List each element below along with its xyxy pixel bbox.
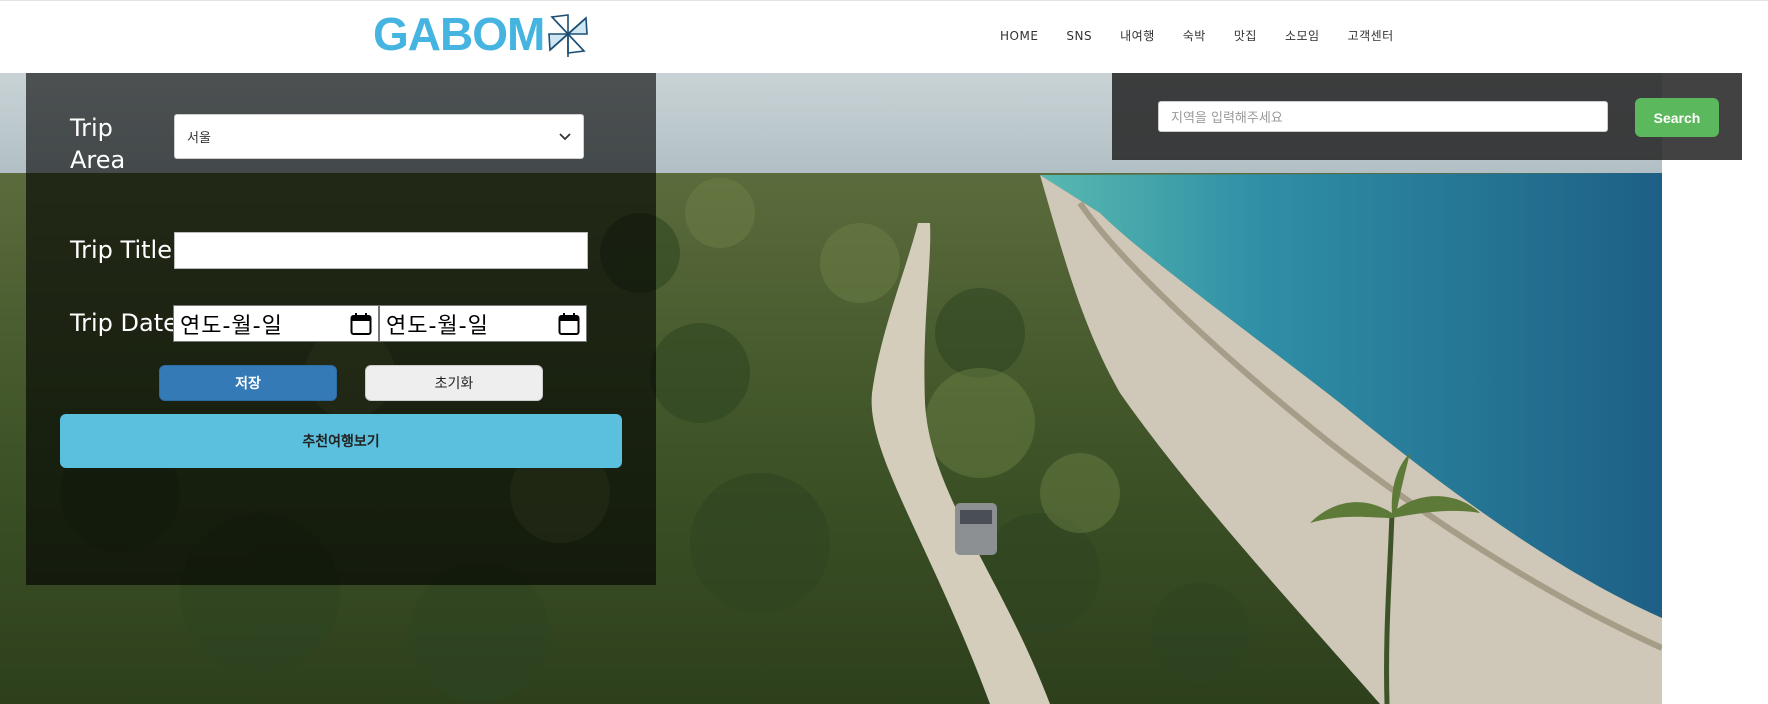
chevron-down-icon	[559, 132, 571, 140]
trip-area-selected: 서울	[187, 131, 211, 146]
nav-restaurants[interactable]: 맛집	[1234, 27, 1257, 44]
nav-home[interactable]: HOME	[1000, 29, 1038, 43]
trip-area-label-line1: Trip	[70, 114, 113, 142]
nav-sns[interactable]: SNS	[1066, 29, 1092, 43]
nav-groups[interactable]: 소모임	[1285, 27, 1320, 44]
trip-title-label: Trip Title	[70, 236, 172, 264]
trip-area-select[interactable]: 서울	[174, 114, 584, 159]
trip-title-input[interactable]	[174, 232, 588, 269]
reset-button[interactable]: 초기화	[365, 365, 543, 401]
region-search-input[interactable]: 지역을 입력해주세요	[1158, 101, 1608, 132]
start-date-placeholder: 연도-월-일	[180, 313, 283, 339]
nav-lodging[interactable]: 숙박	[1183, 27, 1206, 44]
main-nav: HOME SNS 내여행 숙박 맛집 소모임 고객센터	[1000, 27, 1422, 44]
nav-customer-center[interactable]: 고객센터	[1348, 27, 1394, 44]
pinwheel-icon	[548, 14, 589, 57]
trip-form-panel: Trip Area 서울 Trip Title Trip Date 연도-월-일…	[26, 73, 656, 585]
calendar-icon[interactable]	[558, 312, 580, 336]
region-search-panel: 지역을 입력해주세요 Search	[1112, 73, 1742, 160]
logo-text: GABOM	[373, 8, 545, 60]
save-button[interactable]: 저장	[159, 365, 337, 401]
trip-start-date-input[interactable]: 연도-월-일	[173, 305, 379, 342]
logo[interactable]: GABOM	[373, 9, 590, 59]
nav-my-trip[interactable]: 내여행	[1120, 27, 1155, 44]
search-button[interactable]: Search	[1635, 98, 1719, 137]
end-date-placeholder: 연도-월-일	[386, 313, 489, 339]
trip-end-date-input[interactable]: 연도-월-일	[379, 305, 587, 342]
trip-area-label-line2: Area	[70, 146, 126, 174]
top-header: GABOM HOME SNS 내여행 숙박 맛집 소모임 고객센터	[0, 0, 1768, 73]
calendar-icon[interactable]	[350, 312, 372, 336]
recommend-trip-button[interactable]: 추천여행보기	[60, 414, 622, 468]
trip-area-label: Trip Area	[70, 112, 125, 176]
trip-date-label: Trip Date	[70, 309, 178, 337]
